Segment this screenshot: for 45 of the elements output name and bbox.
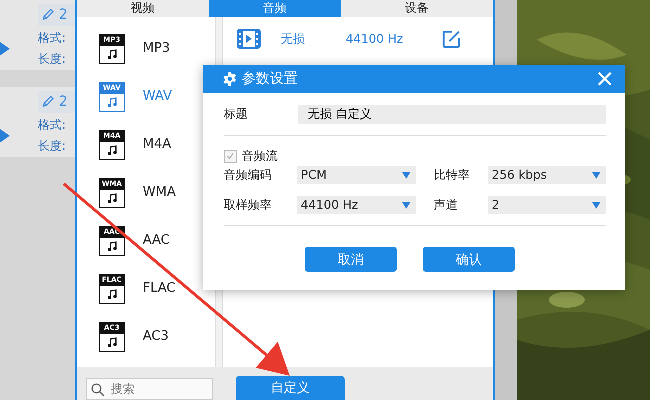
play-icon[interactable] (0, 129, 10, 143)
length-label: 长度: (38, 51, 66, 68)
dropdown-arrow-icon (402, 202, 411, 208)
dropdown[interactable]: 44100 Hz (297, 196, 416, 214)
tab[interactable]: 音频 (209, 0, 342, 17)
check-icon (226, 152, 235, 161)
setting-label: 音频编码 (224, 166, 273, 184)
dropdown-arrow-icon (592, 172, 601, 178)
close-icon[interactable] (597, 71, 613, 87)
field-label: 标题 (224, 106, 249, 123)
tab[interactable]: 设备 (341, 0, 493, 17)
format-option[interactable]: AAC (143, 226, 170, 256)
setting-label: 取样频率 (224, 196, 273, 214)
length-label: 长度: (38, 138, 66, 155)
format-option[interactable]: WMA (143, 178, 176, 208)
dropdown[interactable]: 256 kbps (488, 166, 606, 184)
custom-button[interactable]: 自定义 (236, 376, 345, 400)
dropdown[interactable]: 2 (488, 196, 606, 214)
play-icon[interactable] (0, 42, 10, 56)
film-icon (237, 29, 261, 49)
format-option[interactable]: MP3 (143, 34, 170, 64)
search-field[interactable]: 搜索 (86, 378, 213, 400)
settings-icon (223, 72, 237, 86)
dropdown[interactable]: PCM (297, 166, 416, 184)
setting-label: 比特率 (434, 166, 471, 184)
tab[interactable]: 视频 (77, 0, 210, 17)
pencil-icon (41, 95, 55, 109)
format-label: 格式: (38, 30, 66, 47)
preset-name: 无损 (281, 30, 306, 48)
confirm-button[interactable]: 确认 (423, 247, 515, 272)
format-label: 格式: (38, 117, 66, 134)
pencil-icon (41, 8, 55, 22)
dialog-title: 参数设置 (242, 70, 299, 88)
format-option[interactable]: AC3 (143, 322, 170, 352)
format-option[interactable]: FLAC (143, 274, 176, 304)
dropdown-arrow-icon (592, 202, 601, 208)
dropdown-arrow-icon (402, 172, 411, 178)
format-option[interactable]: M4A (143, 130, 172, 160)
format-option[interactable]: WAV (143, 82, 172, 112)
edit-icon[interactable] (442, 30, 461, 48)
title-field[interactable]: 无损 自定义 (298, 105, 606, 124)
sample-rate: 44100 Hz (346, 32, 404, 46)
cancel-button[interactable]: 取消 (305, 247, 397, 272)
setting-label: 声道 (434, 196, 459, 214)
checkbox-label: 音频流 (242, 148, 278, 165)
